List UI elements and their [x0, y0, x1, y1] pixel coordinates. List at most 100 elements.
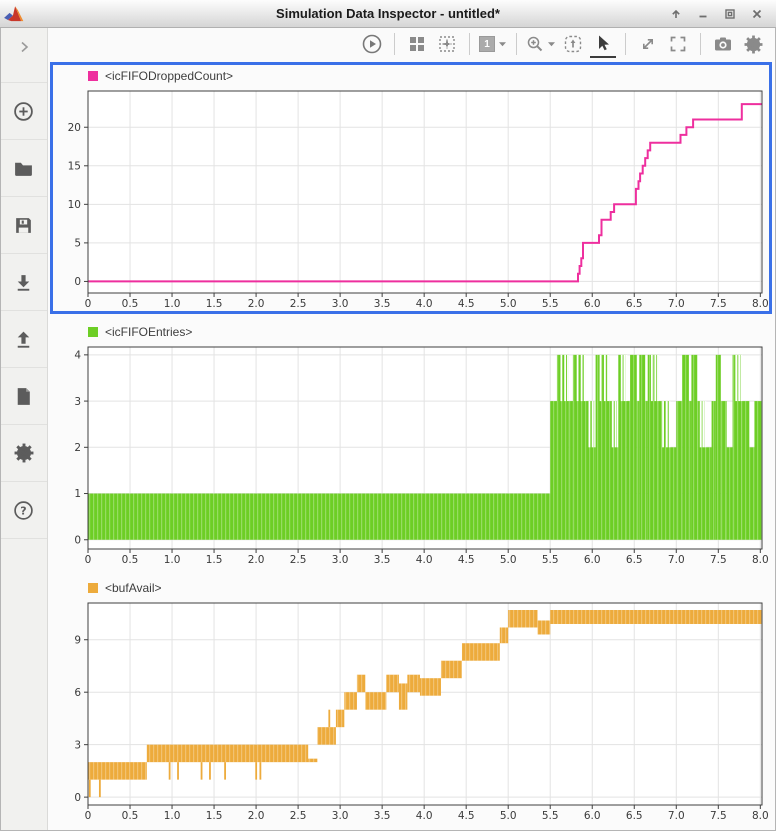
settings-gear-icon[interactable] — [740, 30, 766, 58]
preferences-gear-icon[interactable] — [0, 424, 47, 481]
save-icon[interactable] — [0, 196, 47, 253]
svg-text:4.5: 4.5 — [458, 810, 475, 822]
chevron-down-icon — [499, 42, 506, 47]
svg-text:5.0: 5.0 — [500, 298, 517, 310]
svg-text:0: 0 — [74, 792, 81, 804]
svg-text:7.5: 7.5 — [710, 298, 727, 310]
svg-text:1.5: 1.5 — [206, 298, 223, 310]
open-folder-icon[interactable] — [0, 139, 47, 196]
svg-text:5: 5 — [74, 238, 81, 250]
svg-text:0: 0 — [85, 298, 92, 310]
matlab-logo-icon — [4, 5, 24, 21]
window-title: Simulation Data Inspector - untitled* — [276, 6, 500, 21]
snapshot-camera-icon[interactable] — [710, 30, 736, 58]
svg-text:4.5: 4.5 — [458, 298, 475, 310]
svg-text:1.0: 1.0 — [164, 554, 181, 566]
svg-text:8.0: 8.0 — [752, 810, 769, 822]
report-document-icon[interactable] — [0, 367, 47, 424]
svg-text:7.5: 7.5 — [710, 810, 727, 822]
svg-text:2: 2 — [74, 442, 81, 454]
svg-text:5.5: 5.5 — [542, 554, 559, 566]
svg-text:15: 15 — [68, 160, 81, 172]
maximize-button[interactable] — [723, 7, 737, 21]
zoom-icon[interactable] — [526, 30, 556, 58]
svg-text:3.5: 3.5 — [374, 554, 391, 566]
import-icon[interactable] — [0, 253, 47, 310]
left-sidebar: ? — [0, 28, 48, 830]
export-icon[interactable] — [0, 310, 47, 367]
expand-diagonal-icon[interactable] — [635, 30, 661, 58]
svg-text:3.5: 3.5 — [374, 810, 391, 822]
svg-text:2.0: 2.0 — [248, 810, 265, 822]
svg-text:3.0: 3.0 — [332, 554, 349, 566]
svg-text:20: 20 — [68, 122, 81, 134]
expand-panel-button[interactable] — [0, 32, 47, 62]
svg-text:10: 10 — [68, 199, 81, 211]
svg-text:6.5: 6.5 — [626, 554, 643, 566]
subplot-bufavail[interactable]: <bufAvail> 0 0.5 1.0 1.5 2.0 2.5 3.0 3.5 4.0 4.5 5… — [50, 574, 772, 826]
help-icon[interactable]: ? — [0, 481, 47, 538]
svg-text:2.5: 2.5 — [290, 810, 307, 822]
legend-label: <icFIFOEntries> — [105, 325, 193, 339]
pointer-icon[interactable] — [590, 30, 616, 58]
svg-text:0: 0 — [74, 534, 81, 546]
svg-text:7.0: 7.0 — [668, 298, 685, 310]
plot-area: <icFIFODroppedCount> 0 0.5 1.0 1.5 2.0 2.5 3.0… — [48, 60, 776, 830]
svg-text:6.5: 6.5 — [626, 810, 643, 822]
svg-text:3.0: 3.0 — [332, 298, 349, 310]
run-icon[interactable] — [359, 30, 385, 58]
legend-swatch — [88, 327, 98, 337]
svg-text:?: ? — [20, 504, 26, 517]
legend: <bufAvail> — [53, 577, 769, 599]
toolbar-separator — [469, 33, 470, 55]
svg-text:6: 6 — [74, 687, 81, 699]
svg-text:7.0: 7.0 — [668, 810, 685, 822]
view-count-button[interactable]: 1 — [479, 30, 507, 58]
fullscreen-icon[interactable] — [665, 30, 691, 58]
app-window: { "window": { "title": "Simulation Data … — [0, 0, 776, 831]
minimize-button[interactable] — [696, 7, 710, 21]
plot-canvas-droppedcount[interactable]: 0 0.5 1.0 1.5 2.0 2.5 3.0 3.5 4.0 4.5 5.0 5.5 6.0 6.5… — [53, 87, 769, 311]
svg-text:8.0: 8.0 — [752, 298, 769, 310]
svg-text:6.5: 6.5 — [626, 298, 643, 310]
fit-to-view-icon[interactable] — [560, 30, 586, 58]
svg-text:0.5: 0.5 — [122, 298, 139, 310]
svg-text:1.0: 1.0 — [164, 810, 181, 822]
svg-text:0.5: 0.5 — [122, 810, 139, 822]
svg-text:2.0: 2.0 — [248, 554, 265, 566]
subplot-icfifodroppedcount[interactable]: <icFIFODroppedCount> 0 0.5 1.0 1.5 2.0 2.5 3.0… — [50, 62, 772, 314]
svg-text:3.0: 3.0 — [332, 810, 349, 822]
svg-text:0: 0 — [85, 810, 92, 822]
svg-text:0: 0 — [85, 554, 92, 566]
toolbar-separator — [516, 33, 517, 55]
svg-text:5.5: 5.5 — [542, 298, 559, 310]
svg-text:3.5: 3.5 — [374, 298, 391, 310]
add-icon[interactable] — [0, 82, 47, 139]
toolbar-separator — [700, 33, 701, 55]
svg-text:6.0: 6.0 — [584, 298, 601, 310]
close-icon[interactable] — [750, 7, 764, 21]
legend: <icFIFODroppedCount> — [53, 65, 769, 87]
svg-text:2.5: 2.5 — [290, 554, 307, 566]
titlebar: Simulation Data Inspector - untitled* — [0, 0, 776, 28]
svg-text:7.0: 7.0 — [668, 554, 685, 566]
plot-canvas-bufavail[interactable]: 0 0.5 1.0 1.5 2.0 2.5 3.0 3.5 4.0 4.5 5.0 5.5 6.0 6.5… — [53, 599, 769, 823]
legend: <icFIFOEntries> — [53, 321, 769, 343]
subplot-icfifoentries[interactable]: <icFIFOEntries> 0 0.5 1.0 1.5 2.0 2.5 3.0 3.5 4.… — [50, 318, 772, 570]
shade-button[interactable] — [669, 7, 683, 21]
svg-text:0: 0 — [74, 276, 81, 288]
subplot-layout-icon[interactable] — [434, 30, 460, 58]
svg-text:5.5: 5.5 — [542, 810, 559, 822]
chevron-down-icon — [548, 42, 555, 47]
layout-grid-icon[interactable] — [404, 30, 430, 58]
toolbar-separator — [625, 33, 626, 55]
svg-text:8.0: 8.0 — [752, 554, 769, 566]
legend-label: <bufAvail> — [105, 581, 162, 595]
legend-swatch — [88, 583, 98, 593]
svg-text:1: 1 — [74, 488, 81, 500]
plot-canvas-entries[interactable]: 0 0.5 1.0 1.5 2.0 2.5 3.0 3.5 4.0 4.5 5.0 5.5 6.0 6.5… — [53, 343, 769, 567]
svg-text:4.0: 4.0 — [416, 298, 433, 310]
svg-text:9: 9 — [74, 634, 81, 646]
svg-text:1.0: 1.0 — [164, 298, 181, 310]
svg-text:5.0: 5.0 — [500, 810, 517, 822]
